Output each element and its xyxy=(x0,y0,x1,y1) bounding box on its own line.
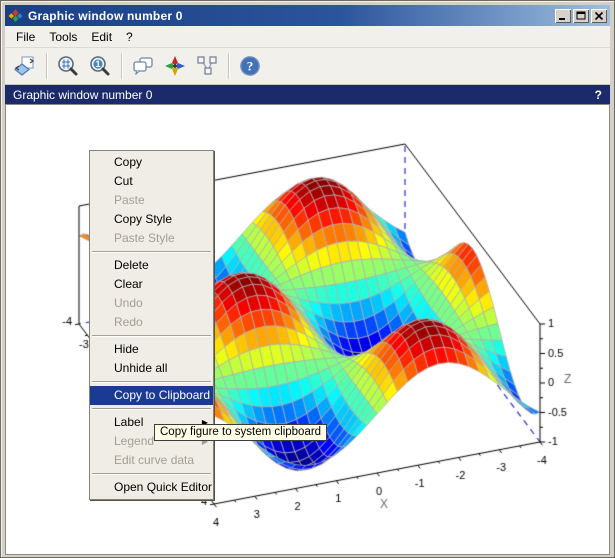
plot-area: CopyCutPasteCopy StylePaste StyleDeleteC… xyxy=(5,104,610,555)
tooltip: Copy figure to system clipboard xyxy=(154,424,327,441)
menubar-item-help[interactable]: ? xyxy=(119,28,140,46)
figure-info-text: Graphic window number 0 xyxy=(13,88,152,102)
colormap-icon xyxy=(163,54,187,78)
toolbar-separator xyxy=(228,53,229,79)
rotate-button[interactable] xyxy=(10,51,40,81)
menu-item-copy-to-clipboard[interactable]: Copy to Clipboard xyxy=(90,386,213,405)
menu-separator xyxy=(92,473,211,475)
title-bar: Graphic window number 0 xyxy=(5,5,610,26)
menu-item-redo: Redo xyxy=(90,313,213,332)
help-icon: ? xyxy=(238,54,262,78)
zoom-area-button[interactable] xyxy=(53,51,83,81)
svg-text:1: 1 xyxy=(95,59,100,69)
menu-item-paste: Paste xyxy=(90,191,213,210)
menu-item-cut[interactable]: Cut xyxy=(90,172,213,191)
menubar-item-edit[interactable]: Edit xyxy=(84,28,119,46)
menu-item-copy[interactable]: Copy xyxy=(90,153,213,172)
original-view-button[interactable]: 1 xyxy=(85,51,115,81)
menu-item-edit-curve-data: Edit curve data xyxy=(90,451,213,470)
figure-info-bar: Graphic window number 0 ? xyxy=(5,85,610,104)
menu-separator xyxy=(92,251,211,253)
maximize-button[interactable] xyxy=(573,9,589,23)
maximize-icon xyxy=(575,10,587,22)
colormap-button[interactable] xyxy=(160,51,190,81)
menu-separator xyxy=(92,381,211,383)
context-menu: CopyCutPasteCopy StylePaste StyleDeleteC… xyxy=(89,150,214,500)
minimize-icon xyxy=(557,10,569,22)
app-icon xyxy=(8,8,23,23)
menu-item-open-quick-editor[interactable]: Open Quick Editor xyxy=(90,478,213,497)
close-button[interactable] xyxy=(591,9,607,23)
window-title: Graphic window number 0 xyxy=(28,9,553,23)
menu-item-copy-style[interactable]: Copy Style xyxy=(90,210,213,229)
toolbar: 1 xyxy=(5,48,610,85)
figure-editor-button[interactable] xyxy=(128,51,158,81)
rotate-icon xyxy=(13,54,37,78)
menu-item-undo: Undo xyxy=(90,294,213,313)
menu-separator xyxy=(92,335,211,337)
datatips-button[interactable] xyxy=(192,51,222,81)
menu-item-hide[interactable]: Hide xyxy=(90,340,213,359)
figure-editor-icon xyxy=(131,54,155,78)
datatips-icon xyxy=(195,54,219,78)
infobar-help-button[interactable]: ? xyxy=(595,88,602,102)
svg-text:?: ? xyxy=(247,59,254,74)
menubar-item-tools[interactable]: Tools xyxy=(42,28,84,46)
menu-item-delete[interactable]: Delete xyxy=(90,256,213,275)
menu-item-clear[interactable]: Clear xyxy=(90,275,213,294)
menubar-item-file[interactable]: File xyxy=(9,28,42,46)
minimize-button[interactable] xyxy=(555,9,571,23)
menu-separator xyxy=(92,408,211,410)
toolbar-separator xyxy=(121,53,122,79)
zoom-area-icon xyxy=(56,54,80,78)
close-icon xyxy=(593,10,605,22)
help-button[interactable]: ? xyxy=(235,51,265,81)
menubar: FileToolsEdit? xyxy=(5,26,610,48)
graphic-window: Graphic window number 0 FileToolsEdit? xyxy=(0,0,615,558)
menu-item-unhide-all[interactable]: Unhide all xyxy=(90,359,213,378)
menu-item-paste-style: Paste Style xyxy=(90,229,213,248)
original-view-icon: 1 xyxy=(88,54,112,78)
toolbar-separator xyxy=(46,53,47,79)
